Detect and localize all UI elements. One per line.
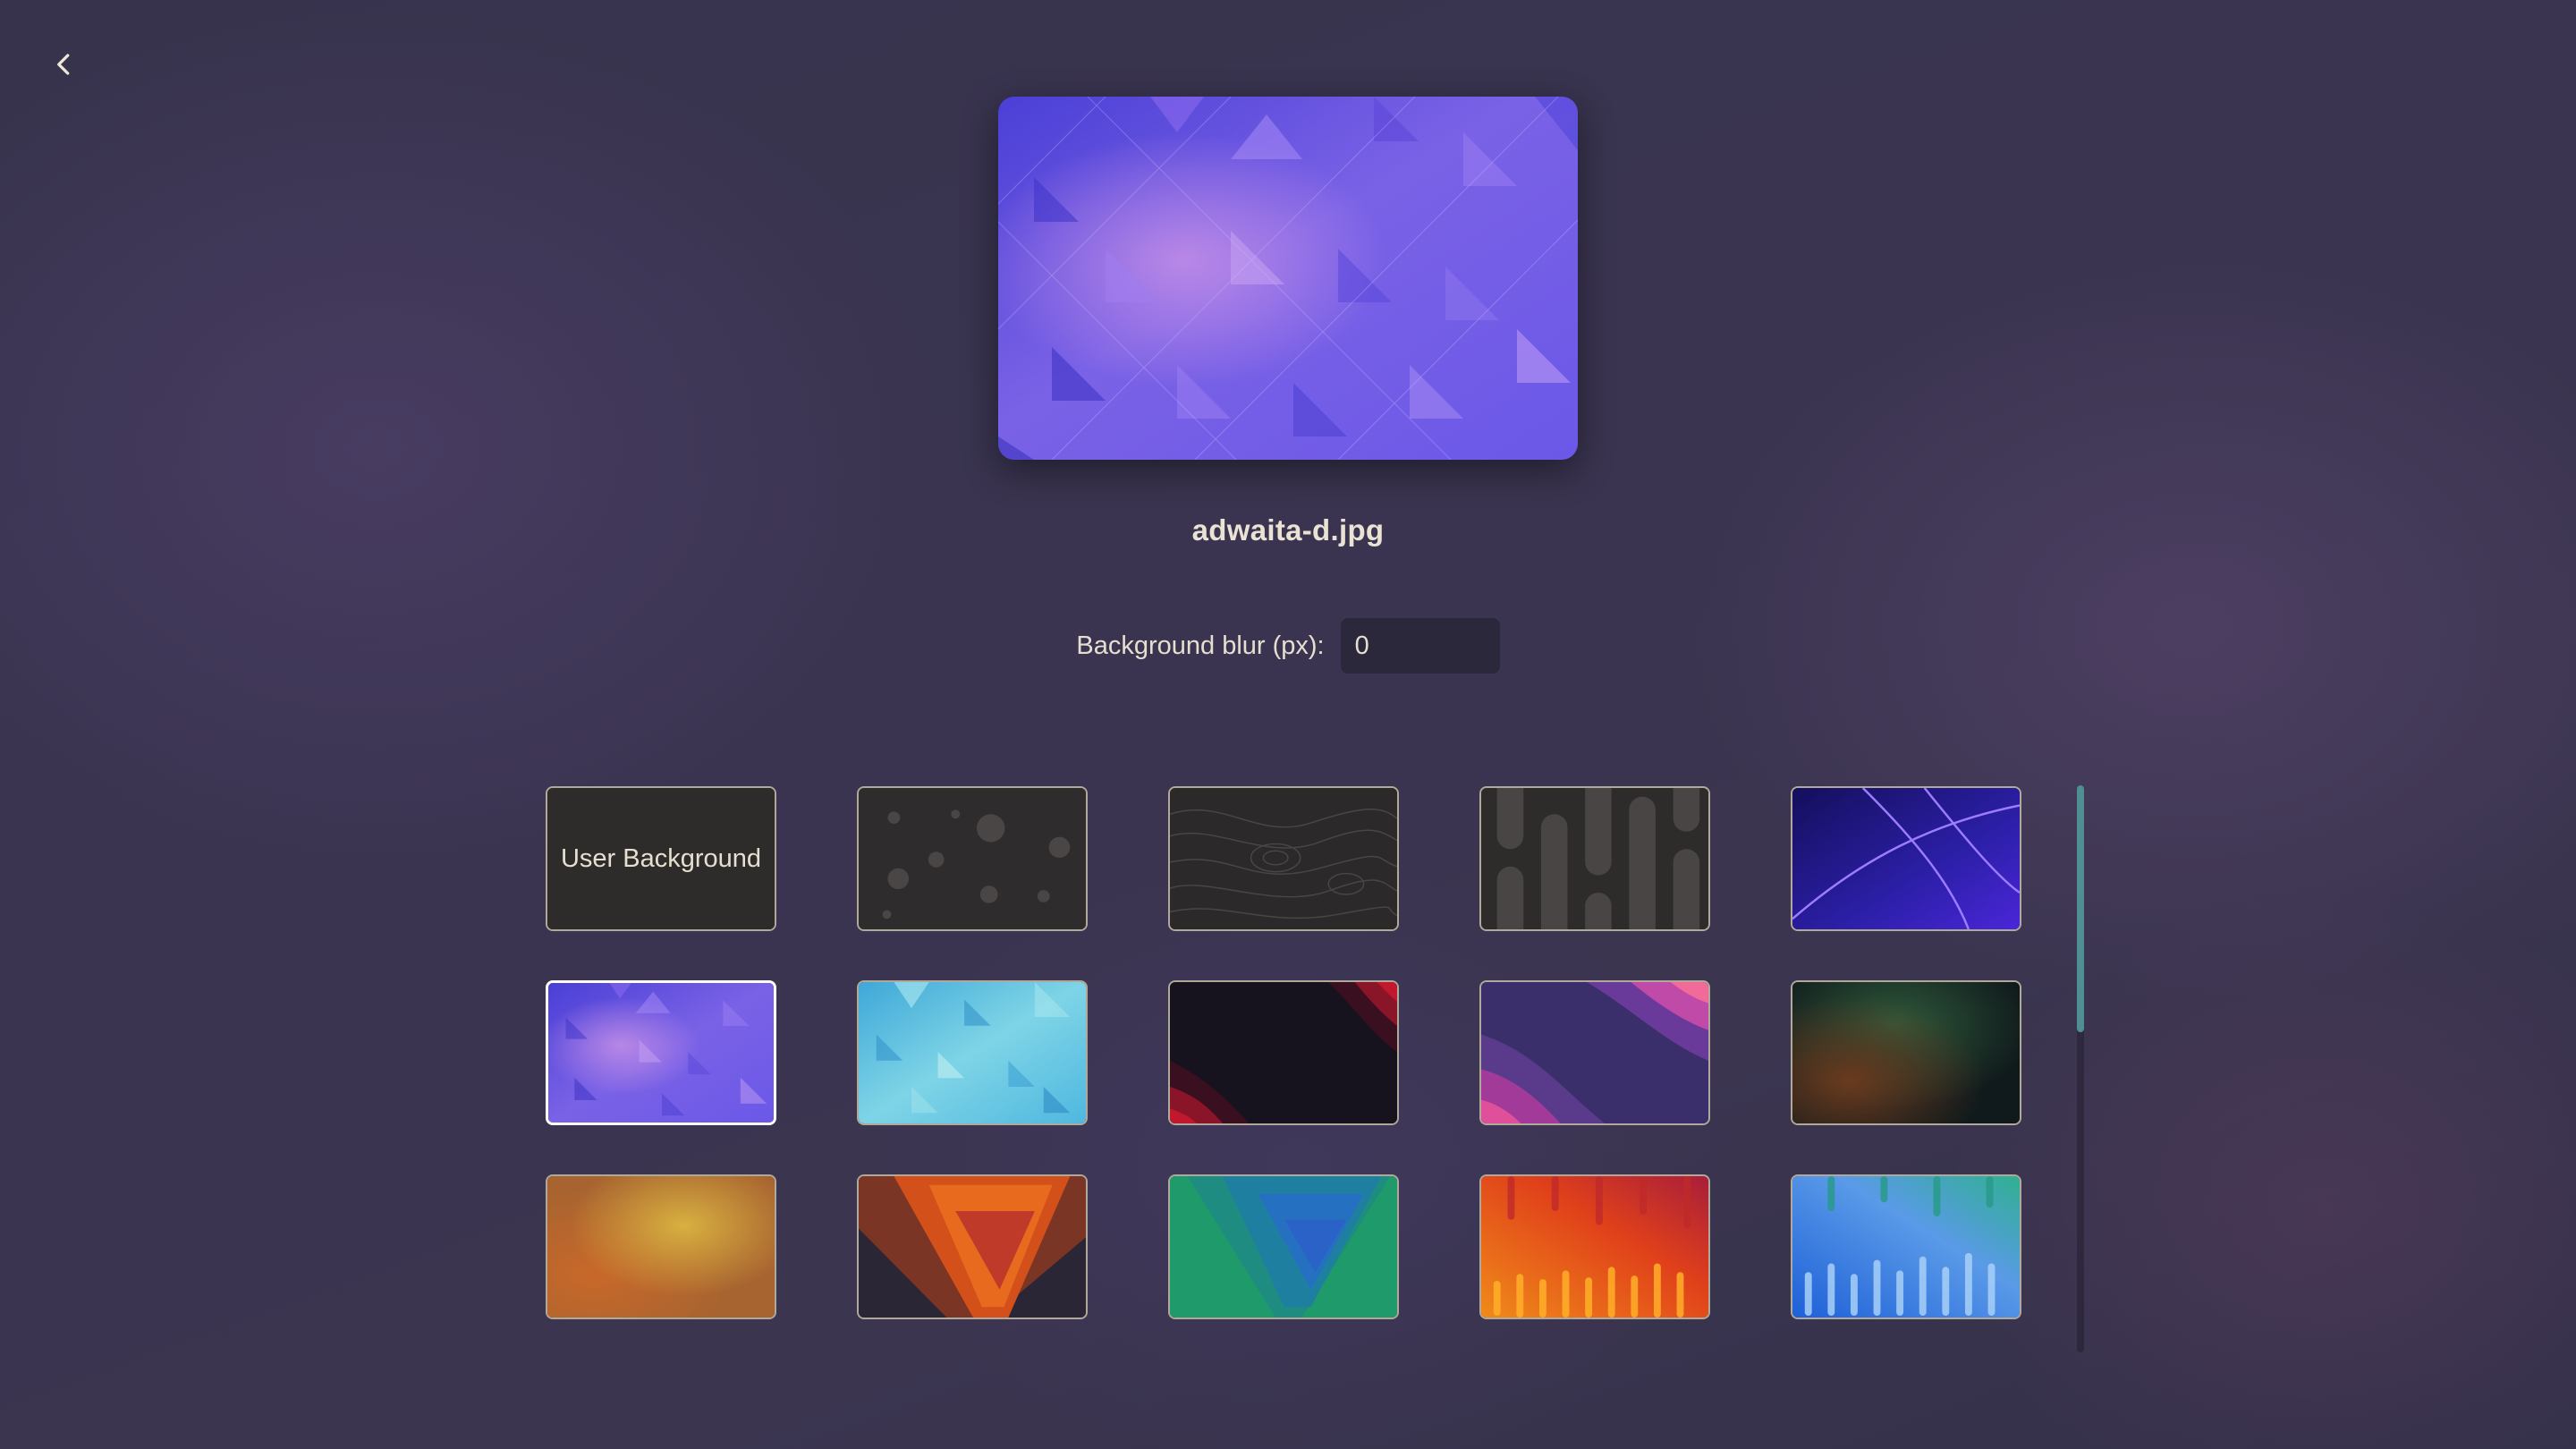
wallpaper-thumb-dark-green-blur[interactable] (1791, 980, 2021, 1125)
wallpaper-thumb-green-blue-triangle[interactable] (1168, 1174, 1399, 1319)
blur-setting-row: Background blur (px): (0, 617, 2576, 674)
wallpaper-thumb-dark-dots[interactable] (857, 786, 1088, 931)
wallpaper-thumb-blue-purple-lines[interactable] (1791, 786, 2021, 931)
gallery-scrollbar[interactable] (2077, 785, 2084, 1352)
wallpaper-thumb-dark-pills[interactable] (1479, 786, 1710, 931)
selected-file-name: adwaita-d.jpg (1191, 513, 1385, 547)
back-button[interactable] (36, 36, 93, 93)
blur-input[interactable] (1340, 618, 1500, 674)
wallpaper-thumb-amber-blur[interactable] (546, 1174, 776, 1319)
wallpaper-thumb-dark-red-waves[interactable] (1168, 980, 1399, 1125)
user-background-label: User Background (547, 788, 775, 929)
wallpaper-thumb-blue-drips[interactable] (1791, 1174, 2021, 1319)
wallpaper-thumb-user-background[interactable]: User Background (546, 786, 776, 931)
wallpaper-thumb-dark-topographic[interactable] (1168, 786, 1399, 931)
wallpaper-preview (998, 97, 1578, 460)
gallery-scrollbar-thumb[interactable] (2077, 785, 2084, 1032)
wallpaper-thumb-adwaita-purple-triangles[interactable] (546, 980, 776, 1125)
chevron-left-icon (57, 54, 70, 75)
wallpaper-thumb-cyan-triangles[interactable] (857, 980, 1088, 1125)
wallpaper-thumb-red-orange-triangle[interactable] (857, 1174, 1088, 1319)
wallpaper-thumb-purple-magenta-waves[interactable] (1479, 980, 1710, 1125)
wallpaper-thumb-orange-drips[interactable] (1479, 1174, 1710, 1319)
blur-label: Background blur (px): (1076, 631, 1325, 660)
